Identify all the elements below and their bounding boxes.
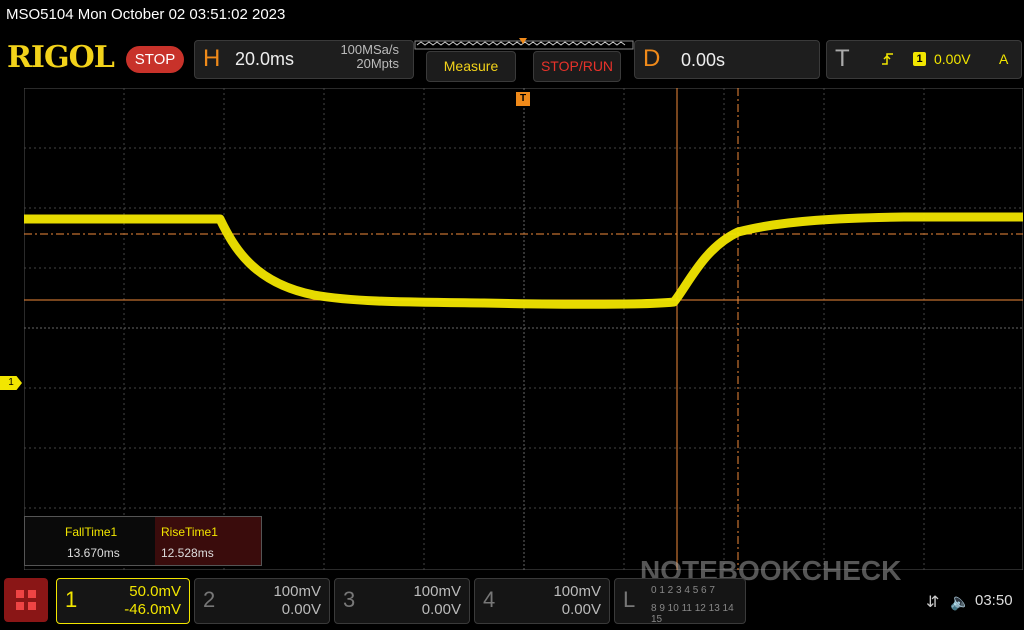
logic-channels-high: 8 9 10 11 12 13 14 15 [651, 603, 734, 625]
measurement-value-fall: 13.670ms [67, 546, 120, 560]
memory-overview-bar [414, 38, 634, 50]
ch1-offset-marker[interactable]: 1 [0, 376, 22, 390]
trigger-letter: T [835, 45, 850, 72]
measurement-name-fall: FallTime1 [65, 525, 118, 539]
sample-info: 100MSa/s 20Mpts [340, 43, 399, 71]
channel-1-scale: 50.0mV [129, 583, 181, 600]
channel-3-offset: 0.00V [421, 601, 461, 618]
channel-3-number: 3 [343, 587, 356, 612]
main-menu-button[interactable] [4, 578, 48, 622]
horizontal-letter: H [203, 45, 221, 72]
channel-1-offset: -46.0mV [124, 601, 181, 618]
logic-channels-low: 0 1 2 3 4 5 6 7 [651, 585, 715, 596]
channel-3-panel[interactable]: 3 100mV 0.00V [334, 578, 470, 624]
channel-1-panel[interactable]: 1 50.0mV -46.0mV [56, 578, 190, 624]
measurement-value-rise: 12.528ms [161, 546, 214, 560]
logic-panel[interactable]: L 0 1 2 3 4 5 6 7 8 9 10 11 12 13 14 15 [614, 578, 746, 625]
stop-run-button[interactable]: STOP/RUN [533, 51, 621, 82]
rising-edge-icon [882, 53, 893, 65]
channel-2-scale: 100mV [273, 583, 321, 600]
delay-letter: D [643, 45, 661, 72]
channel-2-panel[interactable]: 2 100mV 0.00V [194, 578, 330, 624]
channel-4-panel[interactable]: 4 100mV 0.00V [474, 578, 610, 624]
trigger-time-marker[interactable]: T [516, 92, 530, 106]
channel-1-number: 1 [65, 587, 78, 612]
logic-letter: L [623, 587, 636, 612]
rigol-logo: RIGOL [7, 40, 115, 75]
measurement-table: FallTime1 13.670ms RiseTime1 12.528ms [24, 516, 262, 566]
trigger-mode: A [999, 51, 1009, 67]
channel-4-offset: 0.00V [561, 601, 601, 618]
sample-rate: 100MSa/s [340, 42, 399, 57]
channel-4-scale: 100mV [553, 583, 601, 600]
measurement-name-rise: RiseTime1 [161, 525, 218, 539]
waveform-display[interactable] [24, 88, 1023, 570]
grid-menu-icon [16, 590, 36, 610]
speaker-muted-icon[interactable]: 🔈 [950, 592, 970, 612]
measure-button[interactable]: Measure [426, 51, 516, 82]
delay-panel[interactable]: D 0.00s [634, 40, 820, 79]
device-title: MSO5104 Mon October 02 03:51:02 2023 [6, 6, 286, 23]
channel-2-number: 2 [203, 587, 216, 612]
trigger-panel[interactable]: T 1 0.00V A [826, 40, 1022, 79]
run-status-badge[interactable]: STOP [126, 46, 184, 73]
memory-depth: 20Mpts [356, 56, 399, 71]
channel-4-number: 4 [483, 587, 496, 612]
system-clock: 03:50 [975, 592, 1013, 609]
channel-3-scale: 100mV [413, 583, 461, 600]
timebase-value: 20.0ms [235, 49, 295, 69]
horizontal-panel[interactable]: H 20.0ms 100MSa/s 20Mpts [194, 40, 414, 79]
channel-2-offset: 0.00V [281, 601, 321, 618]
trigger-level: 0.00V [934, 51, 971, 67]
delay-value: 0.00s [681, 50, 726, 70]
usb-icon: ⇵ [926, 594, 940, 611]
trigger-source: 1 [913, 52, 926, 66]
